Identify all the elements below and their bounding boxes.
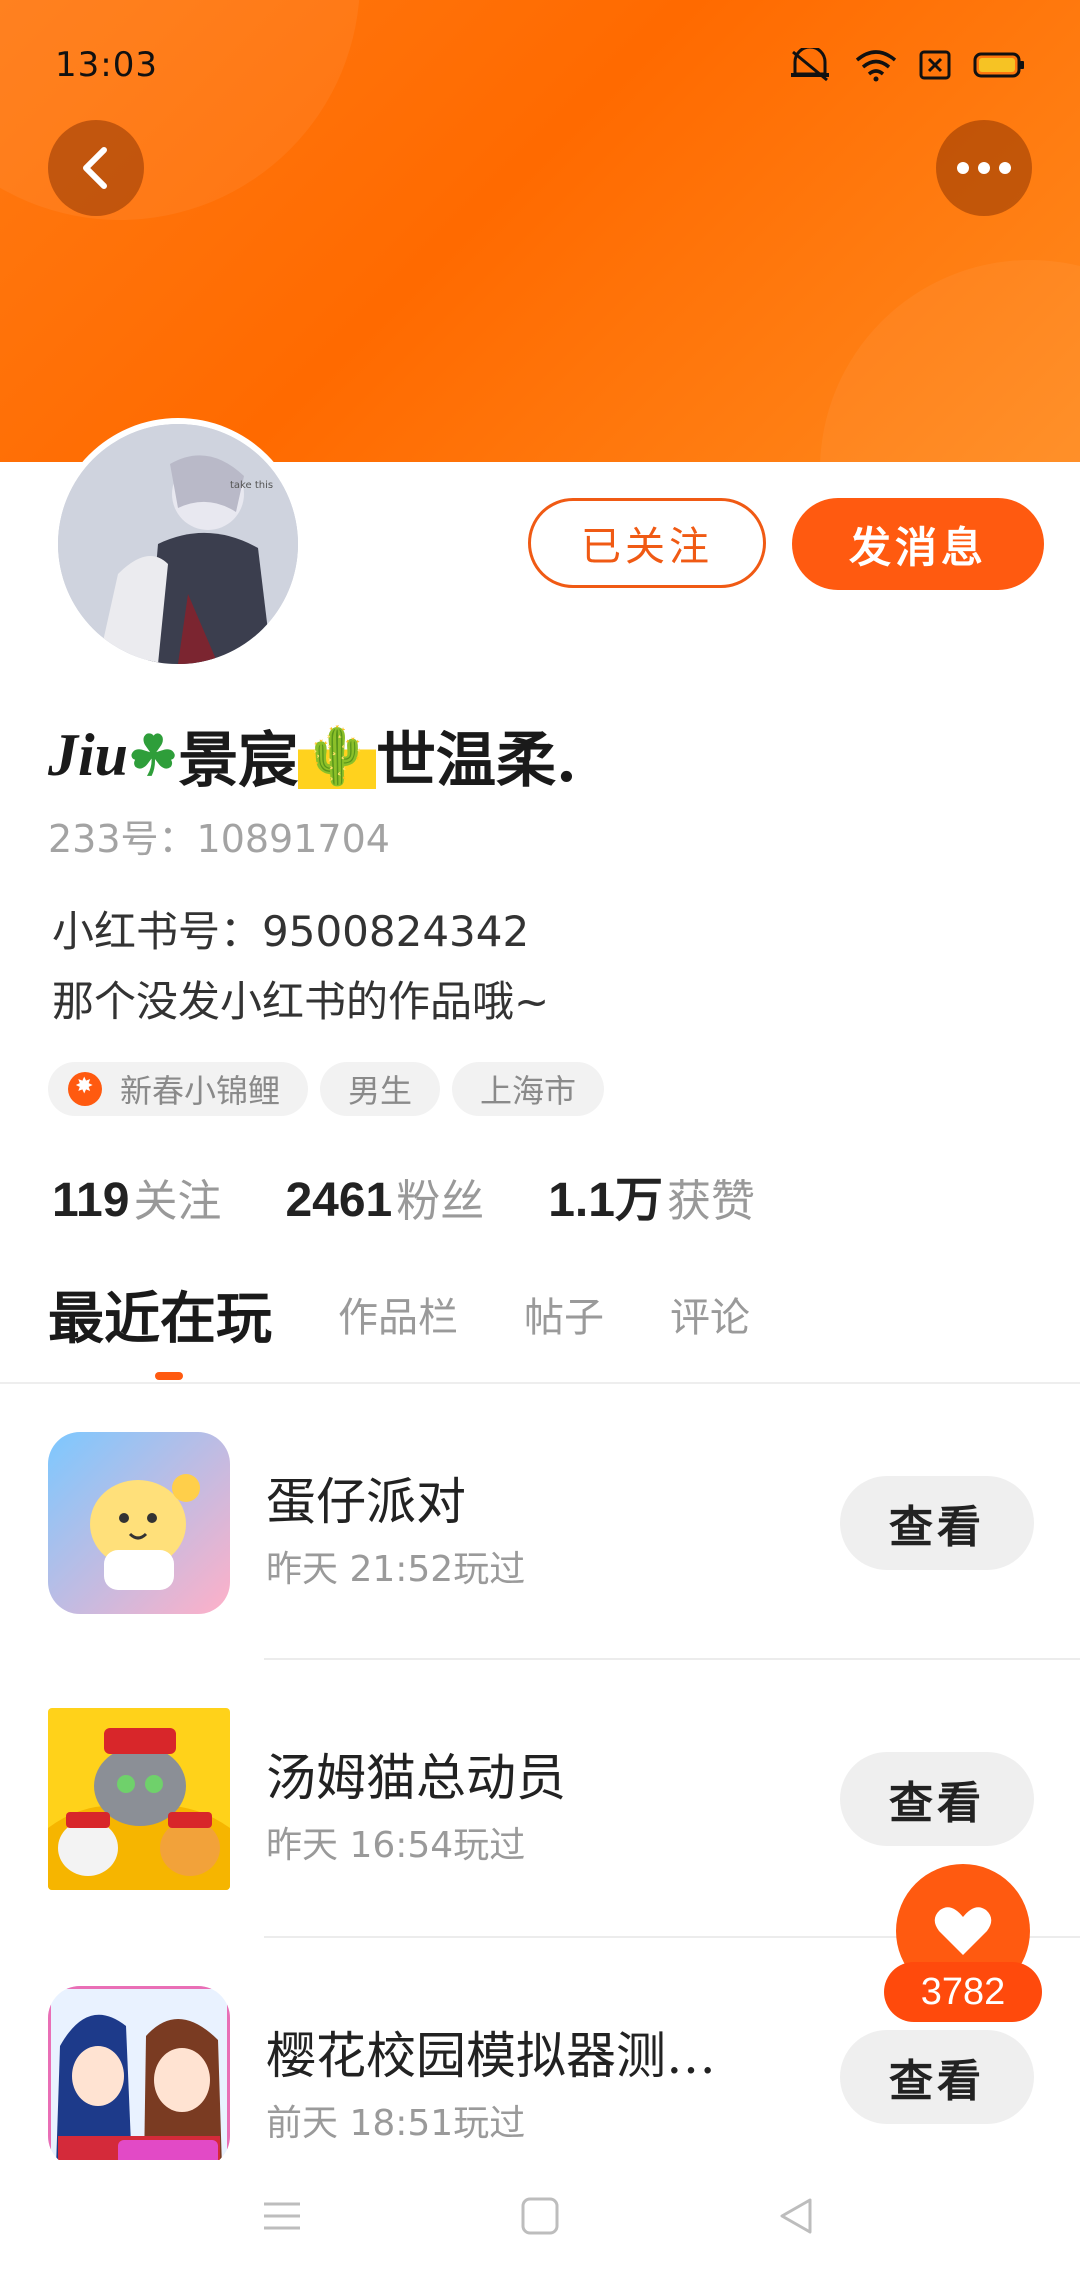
heart-icon <box>934 1907 992 1955</box>
avatar[interactable]: take this <box>52 418 304 670</box>
wifi-icon <box>855 50 897 82</box>
game-played-time: 前天 18:51玩过 <box>266 2103 526 2144</box>
stat-value: 1.1万 <box>548 1174 663 1227</box>
game-icon-sakura-school <box>48 1986 230 2168</box>
followed-button[interactable]: 已关注 <box>528 498 766 588</box>
name-mid: 景宸 <box>178 726 299 796</box>
list-item[interactable]: 樱花校园模拟器测… 前天 18:51玩过 查看 <box>48 1986 1038 2170</box>
clover-emoji-icon: ☘ <box>128 722 179 789</box>
game-title: 樱花校园模拟器测… <box>266 2027 716 2085</box>
back-nav-icon[interactable] <box>776 2196 816 2236</box>
game-played-time: 昨天 21:52玩过 <box>266 1549 526 1590</box>
stat-label: 获赞 <box>666 1176 755 1227</box>
tag-label: 男生 <box>348 1072 413 1110</box>
name-prefix: Jiu <box>48 722 129 788</box>
stat-label: 粉丝 <box>396 1176 485 1227</box>
game-icon-talking-tom <box>48 1708 230 1890</box>
stat-fans[interactable]: 2461粉丝 <box>285 1165 484 1229</box>
tab-comments[interactable]: 评论 <box>670 1285 750 1343</box>
more-button[interactable] <box>936 120 1032 216</box>
user-id: 233号：10891704 <box>48 817 390 861</box>
profile-stats: 119关注 2461粉丝 1.1万获赞 <box>52 1160 819 1230</box>
list-item[interactable]: 汤姆猫总动员 昨天 16:54玩过 查看 <box>48 1708 1038 1892</box>
stat-likes[interactable]: 1.1万获赞 <box>548 1160 755 1230</box>
banner-decoration <box>820 260 1080 462</box>
tab-posts[interactable]: 帖子 <box>524 1285 604 1343</box>
tag-badge-lucky[interactable]: 新春小锦鲤 <box>48 1062 309 1116</box>
profile-header-banner: 13:03 <box>0 0 1080 462</box>
sim-icon <box>919 50 951 80</box>
menu-icon[interactable] <box>262 2196 302 2236</box>
lucky-badge-icon <box>68 1072 102 1106</box>
stat-value: 119 <box>52 1174 130 1227</box>
tag-label: 新春小锦鲤 <box>120 1072 281 1110</box>
status-bar: 13:03 <box>55 40 1025 90</box>
battery-icon <box>973 52 1024 78</box>
game-title: 汤姆猫总动员 <box>266 1749 566 1807</box>
stat-following[interactable]: 119关注 <box>52 1165 221 1229</box>
profile-tabs: 最近在玩 作品栏 帖子 评论 <box>48 1274 816 1354</box>
send-message-button[interactable]: 发消息 <box>792 498 1044 590</box>
tab-active-indicator <box>155 1372 183 1380</box>
mute-icon <box>791 48 829 82</box>
system-nav-bar <box>0 2160 1080 2280</box>
view-button[interactable]: 查看 <box>840 1752 1034 1846</box>
tag-location: 上海市 <box>452 1062 605 1116</box>
chevron-left-icon <box>83 147 107 189</box>
tag-label: 上海市 <box>480 1072 577 1110</box>
user-bio: 那个没发小红书的作品哦~ <box>52 977 550 1026</box>
svg-text:take this: take this <box>230 480 273 491</box>
more-icon <box>957 162 1011 174</box>
divider <box>264 1658 1080 1660</box>
divider <box>0 1382 1080 1384</box>
home-icon[interactable] <box>520 2196 560 2236</box>
game-icon-eggy-party <box>48 1432 230 1614</box>
status-time: 13:03 <box>55 45 158 85</box>
stat-value: 2461 <box>285 1174 393 1227</box>
avatar-image: take this <box>58 424 298 664</box>
list-item[interactable]: 蛋仔派对 昨天 21:52玩过 查看 <box>48 1432 1038 1616</box>
xhs-id: 小红书号：9500824342 <box>52 907 530 956</box>
tab-works[interactable]: 作品栏 <box>338 1285 458 1343</box>
back-button[interactable] <box>48 120 144 216</box>
tab-recently-played[interactable]: 最近在玩 <box>48 1274 272 1355</box>
game-title: 蛋仔派对 <box>266 1473 466 1531</box>
tag-gender: 男生 <box>320 1062 441 1116</box>
view-button[interactable]: 查看 <box>840 2030 1034 2124</box>
name-end: 世温柔. <box>375 726 577 796</box>
like-count: 3782 <box>884 1962 1042 2022</box>
profile-tags: 新春小锦鲤 男生 上海市 <box>48 1062 605 1116</box>
game-played-time: 昨天 16:54玩过 <box>266 1825 526 1866</box>
cactus-emoji-icon: 🌵 <box>298 722 376 789</box>
view-button[interactable]: 查看 <box>840 1476 1034 1570</box>
user-name: Jiu ☘ 景宸 🌵 世温柔. <box>48 712 577 799</box>
stat-label: 关注 <box>133 1176 222 1227</box>
status-icons <box>787 48 1025 82</box>
